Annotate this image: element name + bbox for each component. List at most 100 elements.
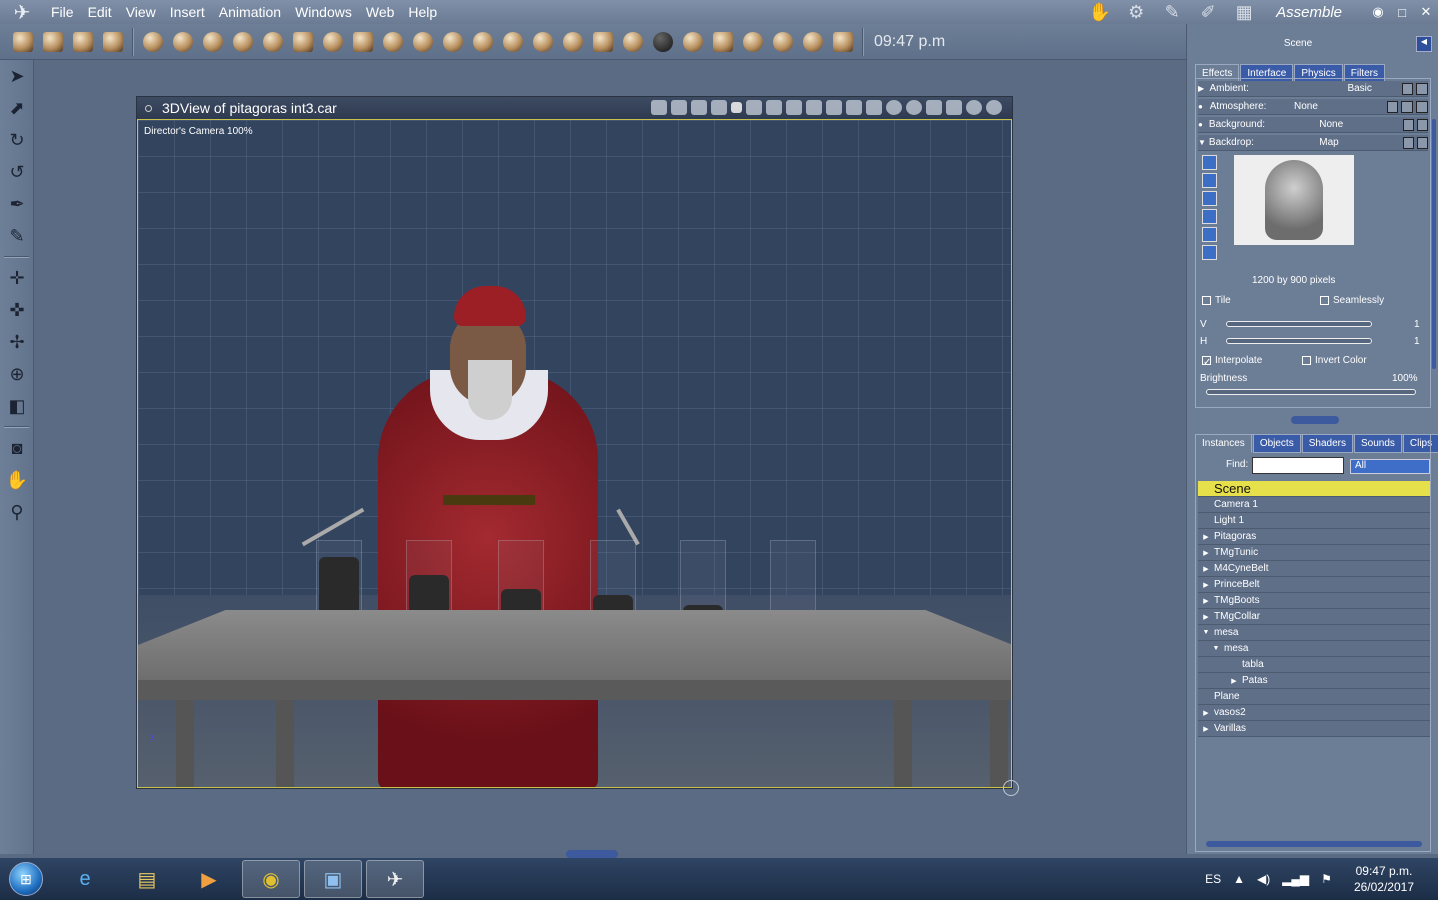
media-player-icon[interactable]: ▶	[180, 860, 238, 898]
3d-viewport[interactable]: Director's Camera 100% z	[137, 119, 1012, 788]
lock-icon[interactable]	[1416, 118, 1429, 131]
table-top[interactable]	[138, 610, 1011, 680]
action-center-flag-icon[interactable]: ⚑	[1321, 872, 1332, 886]
target-icon[interactable]	[798, 27, 828, 57]
tree-row[interactable]: tabla	[1198, 657, 1430, 673]
fit-vertical-icon[interactable]	[1202, 209, 1217, 224]
tree-row[interactable]: ▶ vasos2	[1198, 705, 1430, 721]
menu-web[interactable]: Web	[359, 4, 402, 20]
collapse-panel-button[interactable]: ◀	[1416, 36, 1432, 52]
instances-scrollbar[interactable]	[1206, 841, 1422, 847]
save-icon[interactable]	[1401, 82, 1414, 95]
tree-expand-icon[interactable]: ▶	[1198, 725, 1214, 733]
close-button[interactable]: ✕	[1414, 4, 1438, 20]
bug-icon[interactable]	[738, 27, 768, 57]
figure-belt[interactable]	[443, 495, 535, 505]
spline-icon[interactable]	[228, 27, 258, 57]
background-value[interactable]: None	[1287, 119, 1385, 130]
orbit-icon[interactable]: ⊕	[0, 358, 34, 390]
background-row[interactable]: ● Background: None	[1198, 117, 1429, 133]
ambient-value[interactable]: Basic	[1291, 83, 1398, 94]
find-input[interactable]	[1252, 457, 1344, 474]
filter-dropdown[interactable]: All	[1350, 459, 1430, 474]
brush-icon[interactable]: ✎	[1154, 0, 1190, 24]
tree-expand-icon[interactable]: ▶	[1198, 533, 1214, 541]
pen-icon[interactable]: ✐	[1190, 0, 1226, 24]
chrome-icon[interactable]: ◉	[242, 860, 300, 898]
menu-windows[interactable]: Windows	[288, 4, 359, 20]
tree-expand-icon[interactable]: ▶	[1198, 709, 1214, 717]
clock[interactable]: 09:47 p.m. 26/02/2017	[1354, 863, 1414, 895]
menu-file[interactable]: File	[44, 4, 81, 20]
select-arrow-icon[interactable]: ➤	[0, 60, 34, 92]
move-xy-icon[interactable]: ✛	[0, 262, 34, 294]
volume-icon[interactable]: ◀)	[1257, 872, 1270, 886]
tree-row[interactable]: ▶ M4CyneBelt	[1198, 561, 1430, 577]
bounding-box-icon[interactable]	[906, 100, 922, 115]
panel-splitter[interactable]	[1291, 416, 1339, 424]
two-view-icon[interactable]	[746, 100, 762, 115]
window-close-icon[interactable]	[145, 104, 152, 112]
bowl-icon[interactable]	[618, 27, 648, 57]
save-icon[interactable]	[1402, 136, 1414, 149]
shield-3-icon[interactable]	[866, 100, 882, 115]
grid-icon[interactable]: ▦	[1226, 0, 1262, 24]
three-view-icon[interactable]	[766, 100, 782, 115]
table-leg[interactable]	[176, 700, 194, 787]
menu-edit[interactable]: Edit	[81, 4, 119, 20]
single-view-icon[interactable]	[731, 102, 742, 113]
tree-row[interactable]: ▶ Patas	[1198, 673, 1430, 689]
gear-icon[interactable]: ⚙	[1118, 0, 1154, 24]
expand-icon[interactable]: ▶	[1198, 84, 1209, 93]
hammer-icon[interactable]	[708, 27, 738, 57]
atmosphere-value[interactable]: None	[1294, 101, 1363, 112]
menu-insert[interactable]: Insert	[163, 4, 212, 20]
table-leg[interactable]	[276, 700, 294, 787]
tree-expand-icon[interactable]: ▶	[1198, 565, 1214, 573]
backdrop-value[interactable]: Map	[1287, 137, 1385, 148]
move-xz-icon[interactable]: ✜	[0, 294, 34, 326]
tree-row[interactable]: ▶ Varillas	[1198, 721, 1430, 737]
language-indicator[interactable]: ES	[1205, 872, 1221, 886]
tree-row[interactable]: ▶ Pitagoras	[1198, 529, 1430, 545]
tile-check[interactable]	[1202, 295, 1211, 305]
shield-2-icon[interactable]	[846, 100, 862, 115]
network-icon[interactable]: ▂▄▆	[1282, 872, 1309, 886]
ambient-row[interactable]: ▶ Ambient: Basic	[1198, 81, 1428, 97]
interpolate-checkbox[interactable]: ✓ Interpolate	[1202, 355, 1262, 368]
four-view-icon[interactable]	[786, 100, 802, 115]
start-button[interactable]: ⊞	[0, 858, 52, 900]
tree-row-scene[interactable]: Scene	[1198, 481, 1430, 497]
house-icon[interactable]	[588, 27, 618, 57]
interpolate-check[interactable]: ✓	[1202, 355, 1211, 368]
save-icon[interactable]	[1401, 100, 1414, 113]
menu-view[interactable]: View	[119, 4, 163, 20]
3d-view-window[interactable]: 3DView of pitagoras int3.car Director's …	[136, 96, 1013, 789]
wireframe-cube-icon[interactable]	[926, 100, 942, 115]
fire-icon[interactable]	[438, 27, 468, 57]
rotate-image-icon[interactable]	[1202, 227, 1217, 242]
paint-icon[interactable]: ✎	[0, 220, 34, 252]
save-icon[interactable]	[1402, 118, 1414, 131]
up-arrow-icon[interactable]	[886, 100, 902, 115]
cube-face-icon[interactable]: ◧	[0, 390, 34, 422]
sphere-icon[interactable]	[138, 27, 168, 57]
goblet-icon[interactable]	[168, 27, 198, 57]
atmosphere-row[interactable]: ● Atmosphere: None	[1198, 99, 1428, 115]
move-yz-icon[interactable]: ✢	[0, 326, 34, 358]
tree-expand-icon[interactable]: ▶	[1198, 549, 1214, 557]
cloud-icon[interactable]	[408, 27, 438, 57]
invert-color-check[interactable]	[1302, 355, 1311, 365]
info-icon[interactable]	[1202, 245, 1217, 260]
wand-tool-icon[interactable]	[8, 27, 38, 57]
hand-tool-icon[interactable]	[38, 27, 68, 57]
carrara-icon[interactable]: ✈	[366, 860, 424, 898]
lock-icon[interactable]	[1416, 82, 1428, 95]
carrara-logo-icon[interactable]: ✈	[0, 0, 44, 24]
ocean-icon[interactable]	[528, 27, 558, 57]
pan-hand-icon[interactable]: ✋	[0, 464, 34, 496]
figure-hat[interactable]	[454, 286, 526, 326]
seamlessly-checkbox[interactable]: Seamlessly	[1320, 295, 1384, 306]
group-icon[interactable]	[691, 100, 707, 115]
v-slider[interactable]	[1226, 321, 1372, 327]
